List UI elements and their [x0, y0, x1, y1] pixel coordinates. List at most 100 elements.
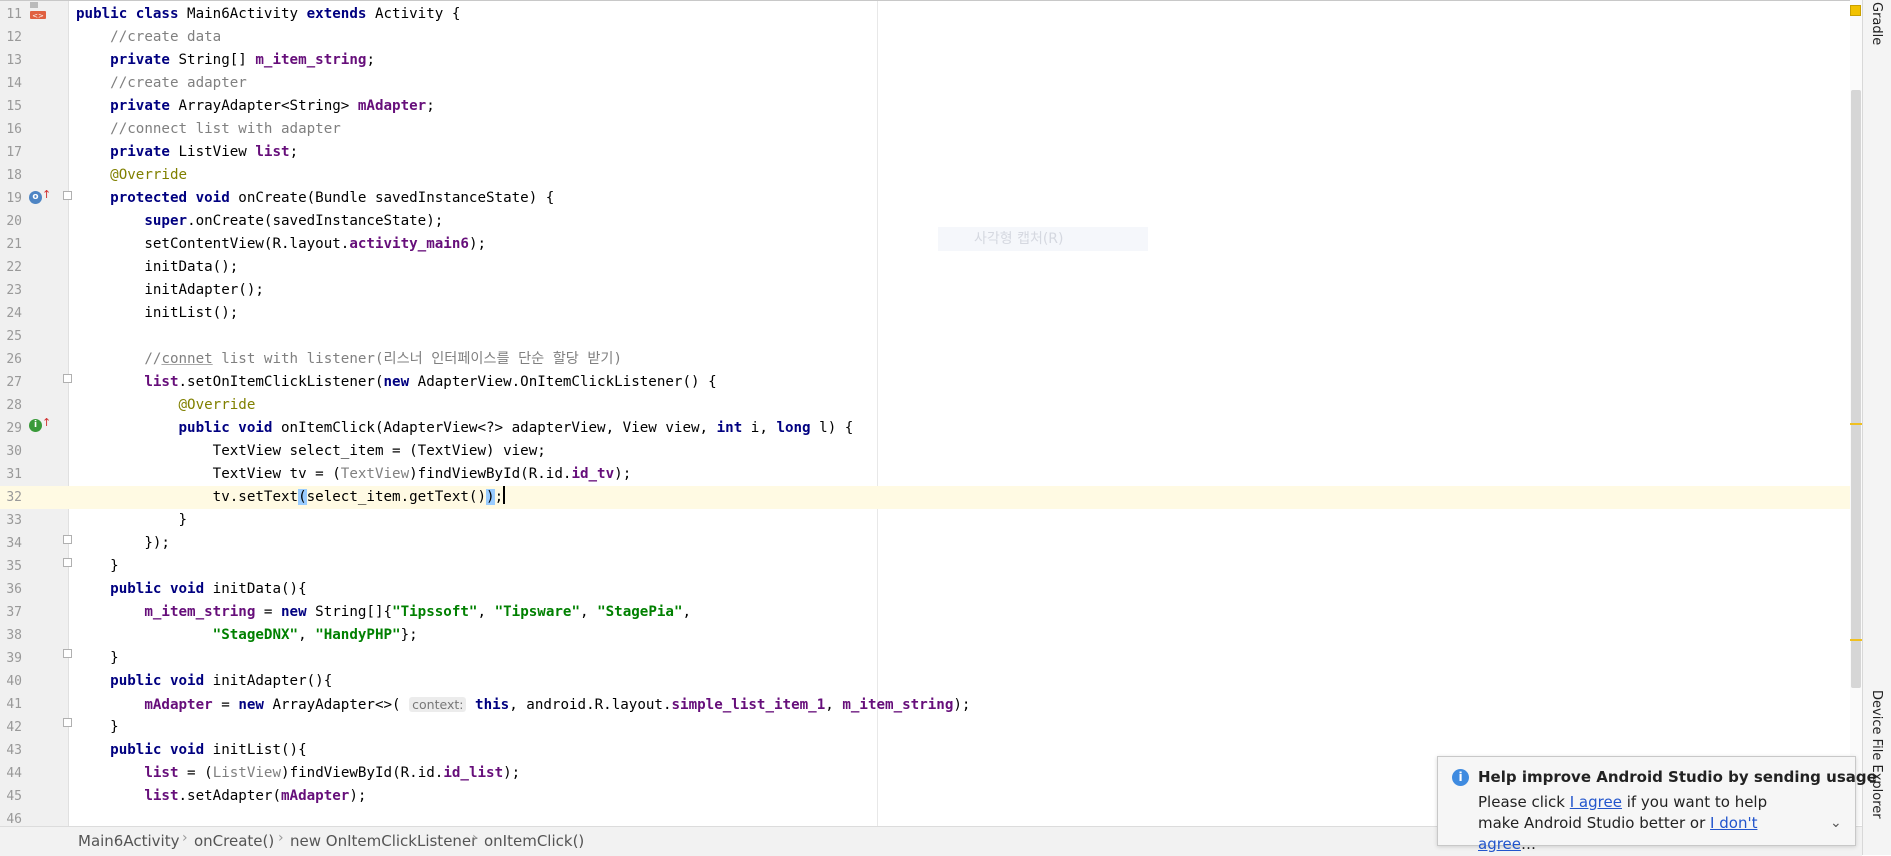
- code-line[interactable]: 12 //create data: [0, 26, 1862, 49]
- code-text[interactable]: initAdapter();: [76, 279, 264, 302]
- code-text[interactable]: private ArrayAdapter<String> mAdapter;: [76, 95, 435, 118]
- code-text[interactable]: setContentView(R.layout.activity_main6);: [76, 233, 486, 256]
- code-text[interactable]: TextView select_item = (TextView) view;: [76, 440, 546, 463]
- code-text[interactable]: protected void onCreate(Bundle savedInst…: [76, 187, 554, 210]
- chevron-down-icon[interactable]: ⌄: [1830, 815, 1842, 831]
- code-line[interactable]: 30 TextView select_item = (TextView) vie…: [0, 440, 1862, 463]
- breadcrumb-item[interactable]: new OnItemClickListener: [290, 832, 477, 850]
- scrollbar-warning-mark[interactable]: [1850, 639, 1862, 641]
- code-text[interactable]: public class Main6Activity extends Activ…: [76, 3, 460, 26]
- code-text[interactable]: //connet list with listener(리스너 인터페이스를 단…: [76, 348, 622, 371]
- code-line[interactable]: 35 }: [0, 555, 1862, 578]
- capture-tooltip-ghost: 사각형 캡처(R): [938, 227, 1148, 251]
- code-text[interactable]: }: [76, 555, 119, 578]
- code-line[interactable]: 40 public void initAdapter(){: [0, 670, 1862, 693]
- device-file-explorer-tab[interactable]: Device File Explorer: [1869, 690, 1884, 819]
- code-text[interactable]: private ListView list;: [76, 141, 298, 164]
- code-text[interactable]: m_item_string = new String[]{"Tipssoft",…: [76, 601, 691, 624]
- code-text[interactable]: TextView tv = (TextView)findViewById(R.i…: [76, 463, 632, 486]
- code-text[interactable]: list.setOnItemClickListener(new AdapterV…: [76, 371, 716, 394]
- code-line[interactable]: 39 }: [0, 647, 1862, 670]
- code-text[interactable]: }: [76, 647, 119, 670]
- code-line[interactable]: 28 @Override: [0, 394, 1862, 417]
- fold-marker-icon[interactable]: [63, 535, 72, 544]
- code-text[interactable]: tv.setText(select_item.getText());: [76, 486, 506, 509]
- agree-link[interactable]: I agree: [1570, 793, 1622, 811]
- code-line[interactable]: 17 private ListView list;: [0, 141, 1862, 164]
- code-text[interactable]: }: [76, 716, 119, 739]
- code-line[interactable]: 26 //connet list with listener(리스너 인터페이스…: [0, 348, 1862, 371]
- code-line[interactable]: 31 TextView tv = (TextView)findViewById(…: [0, 463, 1862, 486]
- breadcrumb-item[interactable]: onItemClick(): [484, 832, 584, 850]
- code-text[interactable]: initData();: [76, 256, 238, 279]
- line-number: 30: [6, 444, 22, 459]
- code-line[interactable]: 15 private ArrayAdapter<String> mAdapter…: [0, 95, 1862, 118]
- breadcrumb-separator-icon: ›: [182, 830, 188, 846]
- code-text[interactable]: public void initData(){: [76, 578, 306, 601]
- code-line[interactable]: 34 });: [0, 532, 1862, 555]
- code-text[interactable]: initList();: [76, 302, 238, 325]
- fold-marker-icon[interactable]: [63, 558, 72, 567]
- breadcrumb-item[interactable]: Main6Activity: [78, 832, 179, 850]
- line-number: 19: [6, 191, 22, 206]
- code-text[interactable]: });: [76, 532, 170, 555]
- fold-marker-icon[interactable]: [63, 374, 72, 383]
- code-text[interactable]: //create data: [76, 26, 221, 49]
- code-line[interactable]: 16 //connect list with adapter: [0, 118, 1862, 141]
- code-line[interactable]: 41 mAdapter = new ArrayAdapter<>( contex…: [0, 693, 1862, 716]
- override-method-icon[interactable]: o: [29, 191, 42, 204]
- implements-arrow-icon[interactable]: ↑: [42, 416, 51, 429]
- code-text[interactable]: super.onCreate(savedInstanceState);: [76, 210, 443, 233]
- code-line[interactable]: 13 private String[] m_item_string;: [0, 49, 1862, 72]
- line-number: 28: [6, 398, 22, 413]
- code-text[interactable]: }: [76, 509, 187, 532]
- analysis-status-icon[interactable]: [1850, 5, 1861, 16]
- code-line[interactable]: 33 }: [0, 509, 1862, 532]
- code-text[interactable]: private String[] m_item_string;: [76, 49, 375, 72]
- code-line[interactable]: 29 public void onItemClick(AdapterView<?…: [0, 417, 1862, 440]
- code-line[interactable]: 38 "StageDNX", "HandyPHP"};: [0, 624, 1862, 647]
- breadcrumb-item[interactable]: onCreate(): [194, 832, 274, 850]
- code-editor[interactable]: 11 public class Main6Activity extends Act…: [0, 0, 1862, 827]
- line-number: 43: [6, 743, 22, 758]
- fold-marker-icon[interactable]: [63, 718, 72, 727]
- code-line[interactable]: 23 initAdapter();: [0, 279, 1862, 302]
- code-text[interactable]: //connect list with adapter: [76, 118, 341, 141]
- line-number: 26: [6, 352, 22, 367]
- code-line[interactable]: 20 super.onCreate(savedInstanceState);: [0, 210, 1862, 233]
- code-text[interactable]: "StageDNX", "HandyPHP"};: [76, 624, 418, 647]
- code-line[interactable]: 14 //create adapter: [0, 72, 1862, 95]
- line-number: 13: [6, 53, 22, 68]
- code-text[interactable]: list.setAdapter(mAdapter);: [76, 785, 366, 808]
- svg-text:<>: <>: [32, 12, 44, 20]
- code-text[interactable]: list = (ListView)findViewById(R.id.id_li…: [76, 762, 520, 785]
- editor-scrollbar-thumb[interactable]: [1851, 90, 1861, 688]
- code-line[interactable]: 24 initList();: [0, 302, 1862, 325]
- code-line[interactable]: 21 setContentView(R.layout.activity_main…: [0, 233, 1862, 256]
- code-line[interactable]: 37 m_item_string = new String[]{"Tipssof…: [0, 601, 1862, 624]
- code-line[interactable]: 42 }: [0, 716, 1862, 739]
- code-line[interactable]: 36 public void initData(){: [0, 578, 1862, 601]
- code-line[interactable]: 25: [0, 325, 1862, 348]
- code-text[interactable]: public void initAdapter(){: [76, 670, 332, 693]
- code-line[interactable]: 27 list.setOnItemClickListener(new Adapt…: [0, 371, 1862, 394]
- fold-marker-icon[interactable]: [63, 191, 72, 200]
- implements-method-icon[interactable]: i: [29, 419, 42, 432]
- code-text[interactable]: public void onItemClick(AdapterView<?> a…: [76, 417, 854, 440]
- code-text[interactable]: public void initList(){: [76, 739, 306, 762]
- code-text[interactable]: @Override: [76, 394, 256, 417]
- fold-marker-icon[interactable]: [63, 649, 72, 658]
- usage-stats-notification[interactable]: i Help improve Android Studio by sending…: [1437, 756, 1877, 853]
- class-run-icon[interactable]: <>: [29, 1, 49, 21]
- gradle-tab[interactable]: Gradle: [1869, 2, 1884, 45]
- code-text[interactable]: @Override: [76, 164, 187, 187]
- code-text[interactable]: //create adapter: [76, 72, 247, 95]
- code-line[interactable]: 22 initData();: [0, 256, 1862, 279]
- code-line[interactable]: 19 protected void onCreate(Bundle savedI…: [0, 187, 1862, 210]
- scrollbar-warning-mark[interactable]: [1850, 423, 1862, 425]
- code-text[interactable]: mAdapter = new ArrayAdapter<>( context: …: [76, 693, 970, 717]
- code-line[interactable]: 11 public class Main6Activity extends Act…: [0, 3, 1862, 26]
- override-arrow-icon[interactable]: ↑: [42, 188, 51, 201]
- code-line[interactable]: 32 tv.setText(select_item.getText());: [0, 486, 1862, 509]
- code-line[interactable]: 18 @Override: [0, 164, 1862, 187]
